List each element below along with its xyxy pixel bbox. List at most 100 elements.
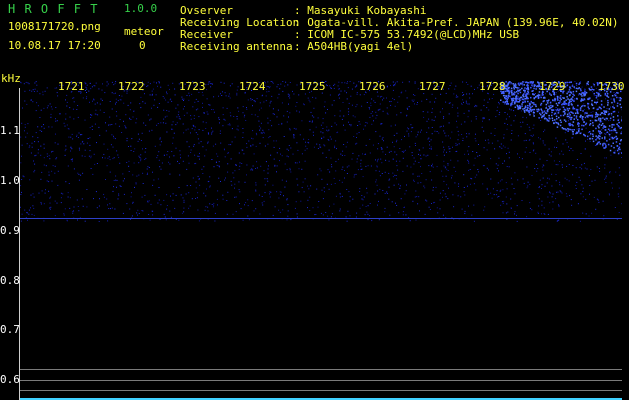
noise-pixel — [167, 84, 169, 86]
signal-pixel — [562, 97, 565, 99]
noise-pixel — [436, 131, 438, 132]
noise-pixel — [598, 201, 600, 203]
signal-pixel — [555, 102, 558, 105]
noise-pixel — [560, 191, 562, 193]
noise-pixel — [24, 100, 26, 102]
noise-pixel — [242, 137, 244, 138]
noise-pixel — [532, 150, 534, 152]
noise-pixel — [103, 193, 105, 195]
noise-pixel — [400, 112, 402, 114]
noise-pixel — [344, 90, 346, 92]
noise-pixel — [476, 105, 478, 107]
noise-pixel — [202, 102, 203, 104]
noise-pixel — [451, 106, 453, 108]
noise-pixel — [548, 178, 550, 180]
noise-pixel — [357, 125, 359, 126]
noise-pixel — [433, 202, 435, 204]
noise-pixel — [347, 81, 348, 83]
noise-pixel — [76, 136, 77, 137]
noise-pixel — [251, 137, 252, 139]
signal-pixel — [506, 99, 509, 101]
noise-pixel — [56, 87, 58, 89]
signal-pixel — [550, 104, 552, 107]
noise-pixel — [162, 122, 164, 124]
noise-pixel — [413, 179, 415, 181]
signal-pixel — [611, 126, 613, 128]
noise-pixel — [98, 88, 100, 90]
noise-pixel — [69, 107, 71, 109]
noise-pixel — [358, 155, 360, 157]
signal-pixel — [603, 118, 606, 121]
noise-pixel — [293, 134, 295, 136]
noise-pixel — [71, 133, 73, 135]
signal-pixel — [567, 98, 569, 100]
reference-line — [20, 380, 622, 381]
noise-pixel — [203, 112, 205, 114]
noise-pixel — [331, 164, 332, 166]
noise-pixel — [508, 151, 510, 153]
noise-pixel — [521, 200, 523, 201]
signal-pixel — [522, 94, 524, 97]
signal-pixel — [591, 114, 593, 117]
noise-pixel — [22, 175, 24, 177]
noise-pixel — [501, 147, 503, 149]
noise-pixel — [612, 187, 613, 189]
noise-pixel — [65, 113, 67, 115]
noise-pixel — [275, 140, 277, 142]
signal-pixel — [565, 120, 567, 123]
signal-pixel — [592, 107, 595, 109]
noise-pixel — [104, 92, 106, 94]
noise-pixel — [166, 154, 168, 156]
noise-pixel — [168, 161, 169, 163]
signal-pixel — [583, 98, 586, 101]
noise-pixel — [150, 118, 152, 120]
noise-pixel — [137, 214, 138, 216]
noise-pixel — [178, 163, 180, 164]
noise-pixel — [49, 197, 51, 199]
noise-pixel — [266, 86, 268, 87]
signal-pixel — [564, 113, 566, 115]
noise-pixel — [482, 165, 484, 167]
noise-pixel — [382, 110, 384, 112]
noise-pixel — [183, 207, 185, 209]
signal-pixel — [514, 106, 517, 108]
noise-pixel — [129, 219, 131, 220]
noise-pixel — [428, 118, 430, 120]
noise-pixel — [79, 149, 80, 151]
noise-pixel — [341, 154, 343, 156]
noise-pixel — [384, 192, 386, 194]
noise-pixel — [572, 150, 574, 152]
noise-pixel — [126, 203, 128, 205]
noise-pixel — [431, 179, 433, 181]
noise-pixel — [585, 213, 587, 215]
signal-pixel — [597, 137, 599, 139]
noise-pixel — [132, 116, 134, 118]
noise-pixel — [67, 196, 69, 198]
noise-pixel — [411, 99, 413, 101]
noise-pixel — [202, 94, 204, 96]
noise-pixel — [449, 102, 451, 104]
noise-pixel — [202, 173, 204, 174]
noise-pixel — [298, 168, 300, 170]
noise-pixel — [443, 146, 445, 148]
noise-pixel — [60, 202, 62, 204]
noise-pixel — [206, 188, 207, 190]
signal-pixel — [517, 108, 519, 110]
noise-pixel — [261, 95, 263, 97]
noise-pixel — [575, 167, 577, 169]
noise-pixel — [538, 186, 540, 188]
noise-pixel — [179, 150, 181, 152]
noise-pixel — [360, 165, 362, 167]
signal-pixel — [607, 113, 610, 116]
noise-pixel — [181, 96, 183, 98]
noise-pixel — [395, 160, 397, 162]
noise-pixel — [552, 193, 554, 195]
noise-pixel — [343, 115, 345, 117]
signal-pixel — [621, 152, 622, 154]
noise-pixel — [205, 122, 207, 124]
noise-pixel — [160, 204, 162, 206]
noise-pixel — [353, 82, 355, 84]
noise-pixel — [233, 177, 235, 179]
noise-pixel — [471, 178, 473, 180]
noise-pixel — [463, 187, 465, 188]
